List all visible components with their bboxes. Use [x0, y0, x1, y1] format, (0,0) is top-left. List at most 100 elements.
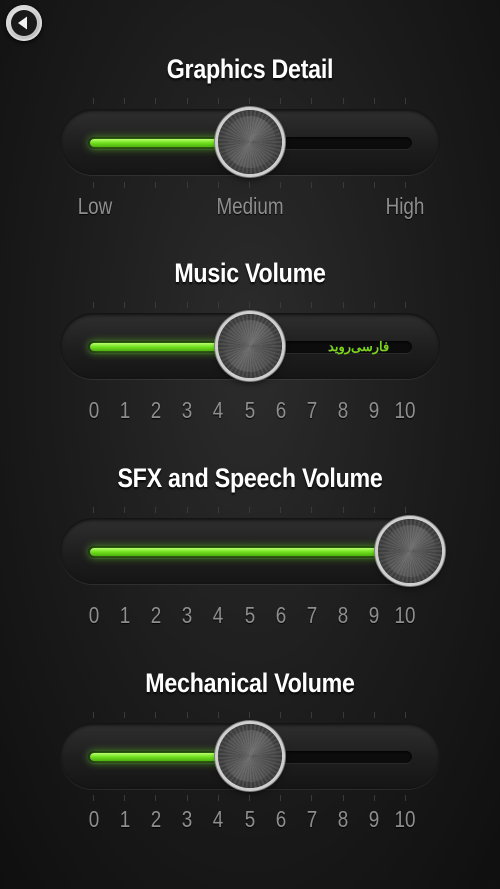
tick-mark — [124, 302, 126, 308]
tick-mark — [124, 795, 126, 801]
tick-mark — [280, 182, 282, 188]
tick-mark — [249, 98, 250, 104]
tick-mark — [373, 712, 375, 718]
tick-mark — [124, 507, 126, 513]
tick-mark — [249, 712, 250, 718]
tick-mark — [342, 712, 344, 718]
tick-mark — [186, 182, 188, 188]
graphics-detail-slider[interactable] — [60, 109, 440, 175]
tick-mark — [311, 182, 313, 188]
sfx-speech-volume-slider[interactable] — [60, 518, 442, 584]
graphics-detail-scale: Low Medium High — [60, 193, 440, 221]
scale-number: 5 — [244, 806, 255, 832]
tick-mark — [373, 507, 375, 513]
tick-mark — [373, 795, 375, 801]
tick-mark — [249, 182, 250, 188]
tick-marks — [93, 795, 406, 801]
slider-knob[interactable] — [378, 519, 442, 583]
tick-mark — [93, 507, 94, 513]
tick-mark — [155, 507, 157, 513]
mechanical-volume-title: Mechanical Volume — [145, 668, 355, 698]
scale-number: 4 — [213, 806, 224, 832]
scale-number: 1 — [119, 806, 131, 832]
back-button[interactable] — [6, 5, 42, 41]
scale-number: 4 — [213, 602, 224, 628]
tick-mark — [311, 712, 313, 718]
tick-mark — [405, 712, 406, 718]
tick-mark — [93, 795, 94, 801]
tick-mark — [124, 182, 126, 188]
scale-number: 6 — [275, 397, 286, 423]
tick-mark — [405, 302, 406, 308]
scale-label-medium: Medium — [216, 193, 284, 219]
tick-mark — [311, 507, 313, 513]
scale-number: 2 — [150, 806, 162, 832]
tick-mark — [93, 98, 94, 104]
tick-mark — [373, 302, 375, 308]
tick-mark — [217, 182, 219, 188]
scale-number: 0 — [88, 397, 100, 423]
slider-knob[interactable] — [218, 314, 282, 378]
slider-knob[interactable] — [218, 724, 282, 788]
tick-mark — [155, 182, 157, 188]
tick-mark — [186, 507, 188, 513]
scale-number: 8 — [337, 806, 349, 832]
tick-mark — [280, 795, 282, 801]
tick-mark — [155, 98, 157, 104]
scale-number: 9 — [368, 397, 380, 423]
back-arrow-icon — [11, 10, 37, 36]
tick-mark — [186, 712, 188, 718]
tick-mark — [311, 795, 313, 801]
music-volume-title: Music Volume — [174, 258, 326, 288]
music-volume-slider[interactable]: فا‌رسی‌روید — [60, 313, 440, 379]
tick-mark — [280, 507, 282, 513]
scale-number: 4 — [213, 397, 224, 423]
tick-mark — [311, 302, 313, 308]
tick-mark — [186, 98, 188, 104]
scale-number: 10 — [394, 806, 416, 832]
tick-mark — [249, 795, 250, 801]
mechanical-volume-scale: 0 1 2 3 4 5 6 7 8 9 10 — [80, 806, 420, 834]
tick-mark — [405, 182, 406, 188]
tick-mark — [124, 712, 126, 718]
scale-number: 7 — [306, 602, 317, 628]
tick-mark — [217, 795, 219, 801]
sfx-speech-volume-scale: 0 1 2 3 4 5 6 7 8 9 10 — [80, 602, 420, 630]
scale-number: 9 — [368, 806, 380, 832]
tick-mark — [405, 507, 406, 513]
scale-number: 2 — [150, 602, 162, 628]
tick-mark — [217, 98, 219, 104]
tick-mark — [249, 302, 250, 308]
scale-number: 9 — [368, 602, 380, 628]
tick-mark — [342, 98, 344, 104]
tick-mark — [342, 302, 344, 308]
scale-number: 6 — [275, 806, 286, 832]
mechanical-volume-slider[interactable] — [60, 723, 440, 789]
scale-number: 1 — [119, 602, 131, 628]
tick-mark — [342, 182, 344, 188]
tick-mark — [93, 712, 94, 718]
tick-mark — [93, 182, 94, 188]
scale-number: 10 — [394, 397, 416, 423]
tick-mark — [186, 302, 188, 308]
graphics-detail-title: Graphics Detail — [166, 54, 334, 84]
tick-marks — [93, 302, 406, 308]
scale-number: 2 — [150, 397, 162, 423]
tick-mark — [373, 182, 375, 188]
scale-label-high: High — [385, 193, 425, 219]
tick-mark — [124, 98, 126, 104]
scale-number: 3 — [182, 397, 193, 423]
tick-mark — [280, 98, 282, 104]
scale-number: 8 — [337, 602, 349, 628]
tick-mark — [280, 712, 282, 718]
scale-number: 0 — [88, 806, 100, 832]
scale-number: 1 — [119, 397, 131, 423]
slider-knob[interactable] — [218, 110, 282, 174]
watermark-logo: فا‌رسی‌روید — [328, 339, 390, 354]
scale-number: 3 — [182, 602, 193, 628]
tick-mark — [405, 98, 406, 104]
tick-mark — [311, 98, 313, 104]
scale-number: 8 — [337, 397, 349, 423]
tick-mark — [155, 712, 157, 718]
tick-mark — [217, 507, 219, 513]
